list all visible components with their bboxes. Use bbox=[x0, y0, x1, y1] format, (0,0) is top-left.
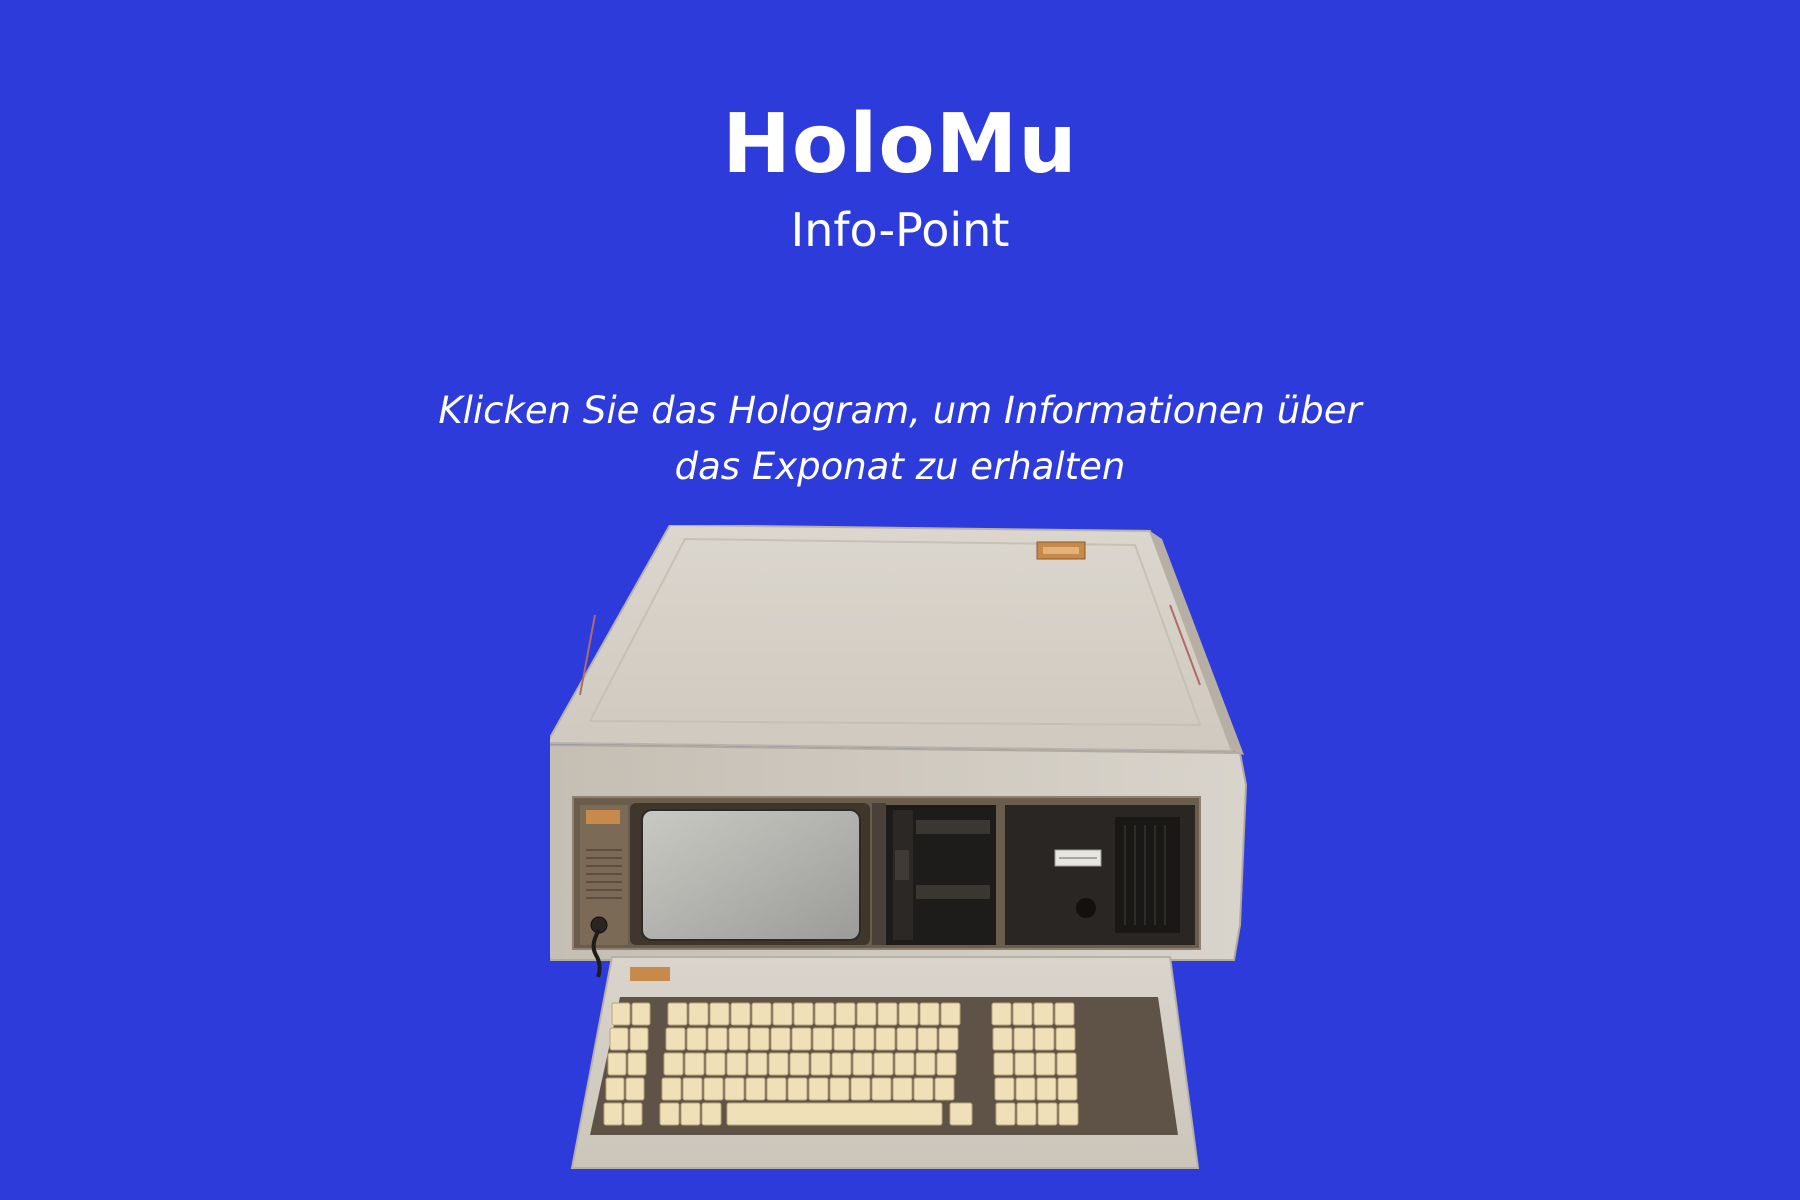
keyboard-key bbox=[1034, 1027, 1055, 1051]
keyboard-key bbox=[701, 1102, 722, 1126]
keyboard-key bbox=[789, 1052, 810, 1076]
keyboard-key bbox=[1056, 1052, 1077, 1076]
keyboard-key bbox=[749, 1027, 770, 1051]
keyboard-key bbox=[814, 1002, 835, 1026]
keyboard-key bbox=[919, 1002, 940, 1026]
keyboard-key bbox=[949, 1102, 973, 1126]
keyboard-key bbox=[1035, 1052, 1056, 1076]
keyboard-key bbox=[940, 1002, 961, 1026]
keyboard-key bbox=[991, 1002, 1012, 1026]
keyboard-key bbox=[913, 1077, 934, 1101]
vintage-portable-computer-image bbox=[550, 525, 1248, 1169]
keyboard-key bbox=[791, 1027, 812, 1051]
keyboard-key bbox=[625, 1077, 645, 1101]
info-point-screen: HoloMu Info-Point Klicken Sie das Hologr… bbox=[0, 0, 1800, 1200]
keyboard-key bbox=[607, 1052, 627, 1076]
keyboard-key bbox=[934, 1077, 955, 1101]
keyboard-key bbox=[787, 1077, 808, 1101]
keyboard-key bbox=[603, 1102, 623, 1126]
keyboard-key bbox=[709, 1002, 730, 1026]
keyboard-key bbox=[629, 1027, 649, 1051]
keyboard-key bbox=[667, 1002, 688, 1026]
keyboard-key bbox=[850, 1077, 871, 1101]
keyboard-key bbox=[707, 1027, 728, 1051]
keyboard-key bbox=[810, 1052, 831, 1076]
keyboard-key bbox=[936, 1052, 957, 1076]
keyboard-key bbox=[705, 1052, 726, 1076]
instruction-line-1: Klicken Sie das Hologram, um Information… bbox=[438, 389, 1362, 432]
keyboard-key bbox=[994, 1077, 1015, 1101]
app-title: HoloMu bbox=[722, 97, 1078, 192]
keyboard-key bbox=[680, 1102, 701, 1126]
keyboard-key bbox=[724, 1077, 745, 1101]
keyboard-key bbox=[1058, 1102, 1079, 1126]
keyboard-key bbox=[875, 1027, 896, 1051]
keyboard-key bbox=[1037, 1102, 1058, 1126]
keyboard-key bbox=[793, 1002, 814, 1026]
keyboard-key bbox=[871, 1077, 892, 1101]
keyboard-key bbox=[772, 1002, 793, 1026]
keyboard-key bbox=[609, 1027, 629, 1051]
keyboard-key bbox=[745, 1077, 766, 1101]
keyboard-key bbox=[747, 1052, 768, 1076]
keyboard-key bbox=[766, 1077, 787, 1101]
keyboard-key bbox=[1033, 1002, 1054, 1026]
keyboard-key bbox=[684, 1052, 705, 1076]
keyboard-key bbox=[682, 1077, 703, 1101]
keyboard-key bbox=[1057, 1077, 1078, 1101]
keyboard-key bbox=[892, 1077, 913, 1101]
keyboard-key bbox=[873, 1052, 894, 1076]
keyboard-key bbox=[728, 1027, 749, 1051]
keyboard-key bbox=[1012, 1002, 1033, 1026]
keyboard-key bbox=[1055, 1027, 1076, 1051]
keyboard-key bbox=[663, 1052, 684, 1076]
keyboard-key bbox=[703, 1077, 724, 1101]
keyboard-key bbox=[877, 1002, 898, 1026]
keyboard-key bbox=[623, 1102, 643, 1126]
keyboard-key bbox=[915, 1052, 936, 1076]
keyboard-key bbox=[605, 1077, 625, 1101]
keyboard-key bbox=[659, 1102, 680, 1126]
keyboard-key bbox=[1013, 1027, 1034, 1051]
instruction-text: Klicken Sie das Hologram, um Information… bbox=[0, 383, 1800, 495]
keyboard-key bbox=[831, 1052, 852, 1076]
keyboard-key bbox=[1054, 1002, 1075, 1026]
keyboard-key bbox=[1036, 1077, 1057, 1101]
keyboard-key bbox=[1014, 1052, 1035, 1076]
instruction-line-2: das Exponat zu erhalten bbox=[674, 445, 1126, 488]
keyboard-key bbox=[852, 1052, 873, 1076]
keyboard-key bbox=[808, 1077, 829, 1101]
hologram-exhibit-computer[interactable] bbox=[550, 525, 1250, 1170]
keyboard-key bbox=[1016, 1102, 1037, 1126]
keyboard-key bbox=[854, 1027, 875, 1051]
keyboard-key bbox=[665, 1027, 686, 1051]
keyboard-key bbox=[1015, 1077, 1036, 1101]
keyboard-key bbox=[768, 1052, 789, 1076]
keyboard-key bbox=[835, 1002, 856, 1026]
app-subtitle: Info-Point bbox=[790, 203, 1010, 257]
keyboard-key bbox=[726, 1102, 943, 1126]
keyboard-key bbox=[917, 1027, 938, 1051]
keyboard-key bbox=[627, 1052, 647, 1076]
keyboard-key bbox=[898, 1002, 919, 1026]
keyboard-key bbox=[894, 1052, 915, 1076]
keyboard-key bbox=[751, 1002, 772, 1026]
keyboard-key bbox=[726, 1052, 747, 1076]
keyboard-key bbox=[661, 1077, 682, 1101]
keyboard-key bbox=[896, 1027, 917, 1051]
keyboard-key bbox=[856, 1002, 877, 1026]
keyboard-key bbox=[992, 1027, 1013, 1051]
keyboard-key bbox=[938, 1027, 959, 1051]
keyboard-key bbox=[770, 1027, 791, 1051]
keyboard-key bbox=[611, 1002, 631, 1026]
keyboard-key bbox=[631, 1002, 651, 1026]
keyboard-key bbox=[686, 1027, 707, 1051]
keyboard-key bbox=[995, 1102, 1016, 1126]
keyboard-key bbox=[829, 1077, 850, 1101]
keyboard-key bbox=[833, 1027, 854, 1051]
keyboard-key bbox=[993, 1052, 1014, 1076]
keyboard-key bbox=[730, 1002, 751, 1026]
keyboard-key bbox=[812, 1027, 833, 1051]
keyboard-key bbox=[688, 1002, 709, 1026]
